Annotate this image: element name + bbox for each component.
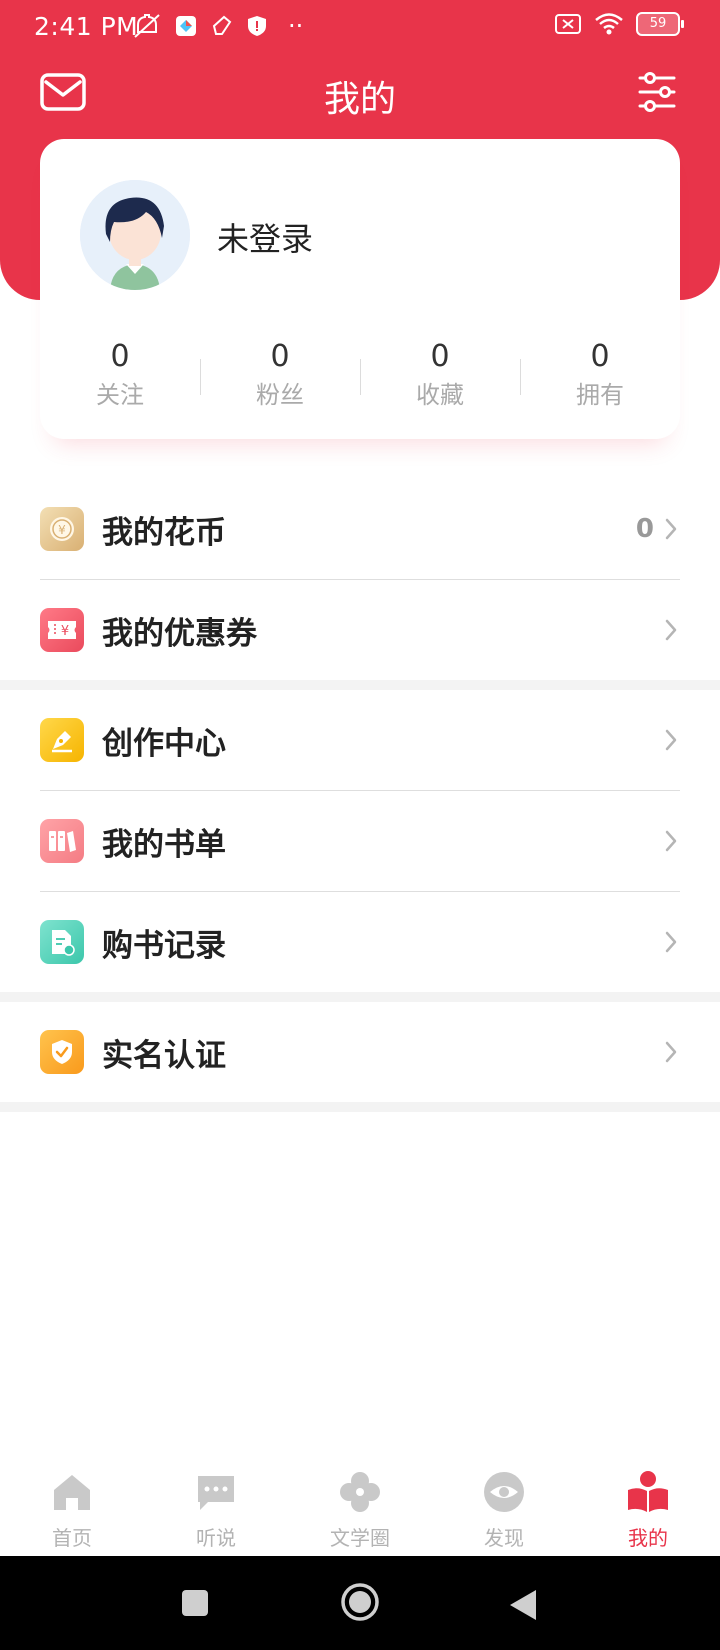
menu-item-purchase-history[interactable]: 购书记录 [40,892,680,992]
menu-group-wallet: ¥ 我的花币 0 ¥ 我的优惠券 [0,479,720,680]
sliders-icon [638,72,676,112]
bottom-tab-bar: 首页 听说 文学圈 发现 我的 [0,1452,720,1556]
tab-mine[interactable]: 我的 [576,1452,720,1556]
menu-group-account: 实名认证 [0,1002,720,1102]
mute-icon [134,14,160,38]
chevron-right-icon [665,729,677,751]
profile-card: 未登录 0 关注 0 粉丝 0 收藏 0 拥有 [40,139,680,439]
menu-group-books: 创作中心 我的书单 购书记录 [0,690,720,992]
menu-label: 我的优惠券 [102,615,257,652]
menu-item-verification[interactable]: 实名认证 [40,1002,680,1102]
hand-icon [212,15,232,35]
coin-balance: 0 [635,514,654,544]
tab-home[interactable]: 首页 [0,1452,144,1556]
tab-literary-circle[interactable]: 文学圈 [288,1452,432,1556]
menu-label: 购书记录 [102,927,226,964]
stat-favorites[interactable]: 0 收藏 [360,339,520,419]
system-nav-bar [0,1556,720,1650]
menu-item-coupons[interactable]: ¥ 我的优惠券 [40,580,680,680]
svg-text:¥: ¥ [58,523,66,537]
receipt-icon [40,920,84,964]
page-title: 我的 [323,79,396,120]
tab-listen[interactable]: 听说 [144,1452,288,1556]
books-icon [40,819,84,863]
tab-label: 首页 [52,1526,92,1550]
pen-icon [40,718,84,762]
tab-label: 发现 [484,1526,524,1550]
section-divider [0,1102,720,1112]
tab-label: 听说 [196,1526,236,1550]
wifi-icon [595,13,623,35]
shield-alert-icon [248,16,266,36]
stat-value: 0 [110,339,130,374]
recent-apps-button[interactable] [180,1588,210,1618]
stat-label: 拥有 [576,381,624,409]
avatar[interactable] [80,180,190,290]
chat-icon [198,1476,234,1510]
stat-label: 收藏 [416,381,464,409]
status-bar: 2:41 PM ·· 59 [0,0,720,56]
section-divider [0,992,720,1002]
status-time: 2:41 PM [34,12,139,41]
status-icons-right: 59 [554,12,684,36]
tab-discover[interactable]: 发现 [432,1452,576,1556]
app-icon [176,16,196,36]
chevron-right-icon [665,619,677,641]
tab-label: 我的 [628,1526,668,1550]
coin-icon: ¥ [40,507,84,551]
stat-label: 粉丝 [256,381,304,409]
stat-value: 0 [270,339,290,374]
section-divider [0,680,720,690]
user-avatar-icon [80,180,190,290]
stat-label: 关注 [96,381,144,409]
home-button[interactable] [340,1582,380,1622]
coupon-icon: ¥ [40,608,84,652]
back-button[interactable] [508,1588,538,1622]
tab-label: 文学圈 [330,1526,390,1550]
menu-label: 实名认证 [102,1037,226,1074]
svg-text:¥: ¥ [61,624,69,639]
battery-icon: 59 [636,12,684,36]
title-bar: 我的 [0,56,720,136]
menu-item-booklist[interactable]: 我的书单 [40,791,680,892]
menu-label: 我的书单 [102,826,226,863]
stat-value: 0 [430,339,450,374]
stat-owned[interactable]: 0 拥有 [520,339,680,419]
chevron-right-icon [665,931,677,953]
more-notifications: ·· [288,12,304,40]
eye-icon [484,1472,524,1512]
shield-check-icon [40,1030,84,1074]
clover-icon [340,1472,380,1512]
stats-row: 0 关注 0 粉丝 0 收藏 0 拥有 [40,339,680,419]
reader-icon [628,1471,668,1512]
home-icon [54,1475,90,1510]
chevron-right-icon [665,1041,677,1063]
menu-label: 创作中心 [102,725,226,762]
menu-item-coins[interactable]: ¥ 我的花币 0 [40,479,680,580]
status-icons-left: ·· [132,12,303,40]
stat-following[interactable]: 0 关注 [40,339,200,419]
stat-value: 0 [590,339,610,374]
login-status[interactable]: 未登录 [217,214,313,260]
no-sim-icon [555,14,581,34]
menu-label: 我的花币 [102,514,226,551]
settings-button[interactable] [638,72,676,112]
menu-item-creation-center[interactable]: 创作中心 [40,690,680,791]
stat-fans[interactable]: 0 粉丝 [200,339,360,419]
chevron-right-icon [665,830,677,852]
chevron-right-icon [665,518,677,540]
